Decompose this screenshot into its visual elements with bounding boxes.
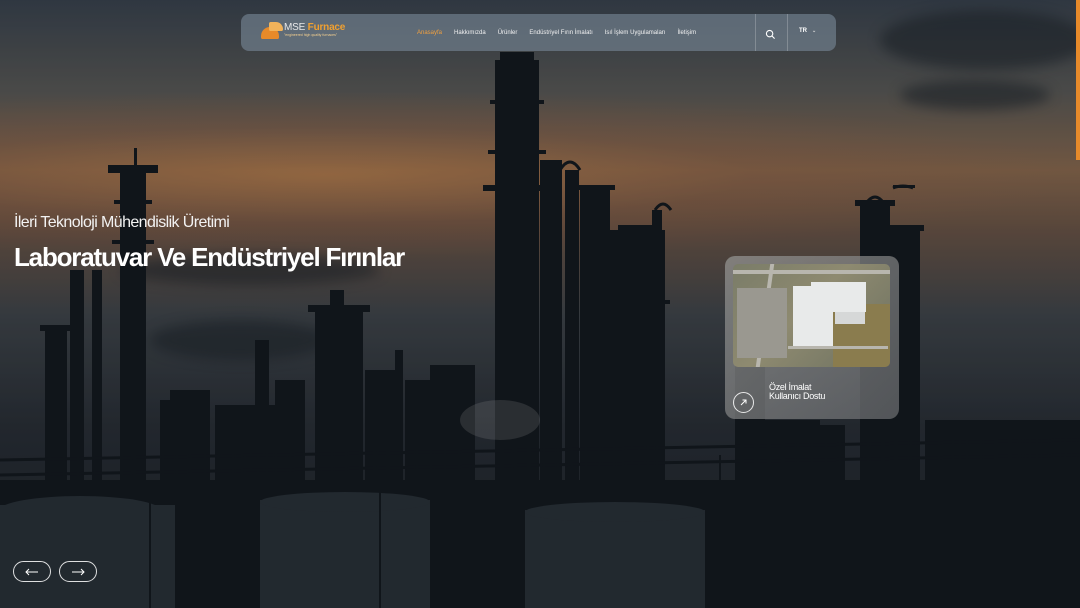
arrow-up-right-icon[interactable] — [733, 392, 754, 413]
feature-card-line2: Kullanıcı Dostu — [769, 391, 826, 401]
nav-item-isil-islem-uygulamalari[interactable]: Isıl İşlem Uygulamaları — [605, 30, 666, 36]
nav-divider — [755, 14, 756, 51]
feature-card-text: Özel İmalat Kullanıcı Dostu — [769, 383, 825, 401]
logo-name-furnace: Furnace — [305, 22, 346, 34]
navbar: MSE Furnace "engineered high quality fur… — [241, 14, 836, 51]
nav-menu: Anasayfa Hakkımızda Ürünler Endüstriyel … — [417, 14, 696, 51]
logo-text: MSE Furnace "engineered high quality fur… — [284, 23, 345, 38]
hero-title: Laboratuvar Ve Endüstriyel Fırınlar — [14, 242, 405, 272]
hero-section — [0, 0, 1080, 608]
nav-item-urunler[interactable]: Ürünler — [498, 30, 518, 36]
logo-tagline: "engineered high quality furnaces" — [284, 33, 338, 38]
logo-mark-icon — [261, 22, 283, 39]
nav-item-anasayfa[interactable]: Anasayfa — [417, 30, 442, 36]
nav-item-iletisim[interactable]: İletişim — [677, 30, 696, 36]
factory-aerial-image — [733, 264, 890, 367]
nav-item-endustriyel-firin-imalati[interactable]: Endüstriyel Fırın İmalatı — [529, 30, 592, 36]
feature-card[interactable]: Özel İmalat Kullanıcı Dostu — [725, 256, 899, 419]
language-selector[interactable]: TR ⌄ — [799, 28, 816, 34]
slider-next-button[interactable] — [59, 561, 97, 582]
hero-subtitle: İleri Teknoloji Mühendislik Üretimi — [14, 214, 230, 231]
search-icon[interactable] — [765, 27, 776, 39]
nav-item-hakkimizda[interactable]: Hakkımızda — [454, 30, 486, 36]
arrow-right-icon — [72, 568, 85, 575]
chevron-down-icon: ⌄ — [812, 28, 817, 34]
hero-overlay — [0, 0, 1080, 608]
slider-prev-button[interactable] — [13, 561, 51, 582]
language-label: TR — [799, 28, 807, 34]
nav-divider — [787, 14, 788, 51]
scroll-indicator[interactable] — [1076, 0, 1080, 160]
logo-name: MSE Furnace — [284, 23, 345, 33]
logo-name-mse: MSE — [284, 22, 306, 34]
arrow-left-icon — [25, 568, 38, 575]
logo[interactable]: MSE Furnace "engineered high quality fur… — [261, 22, 345, 39]
